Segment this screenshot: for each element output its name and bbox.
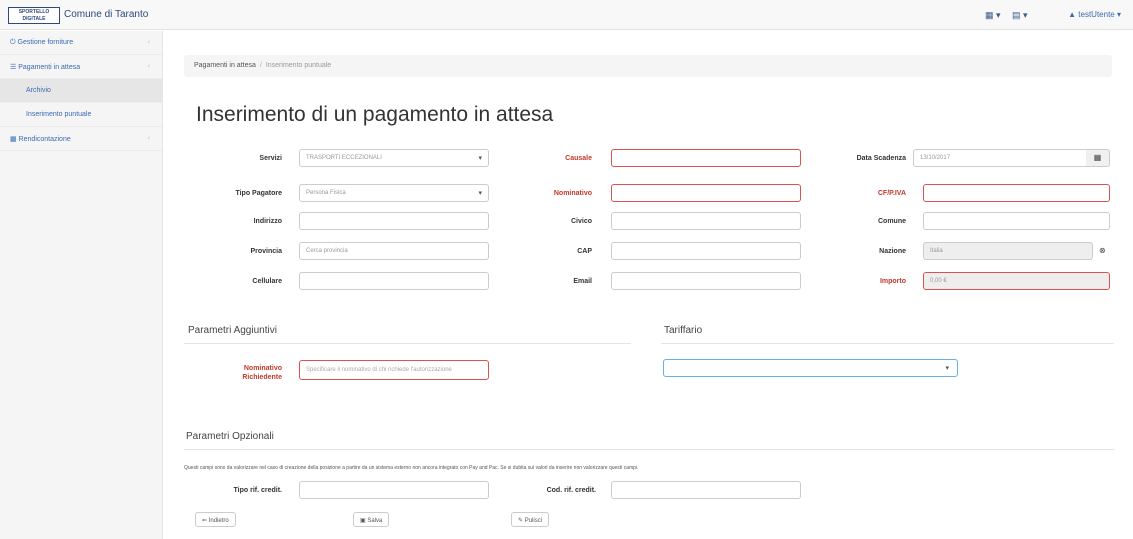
provincia-input[interactable]: Cerca provincia: [299, 242, 489, 260]
back-button[interactable]: ⇐ Indietro: [195, 512, 236, 527]
nominativo-richiedente-placeholder: Specificare il nominativo di chi richied…: [306, 367, 452, 373]
divider: [661, 343, 1114, 344]
nazione-label: Nazione: [879, 248, 906, 255]
user-menu[interactable]: ▲ testUtente ▾: [1068, 10, 1121, 19]
page-title: Inserimento di un pagamento in attesa: [196, 103, 554, 126]
clear-circle-icon[interactable]: ⊗: [1099, 246, 1106, 255]
causale-input[interactable]: [611, 149, 801, 167]
cf-piva-input[interactable]: [923, 184, 1110, 202]
chevron-left-icon: ‹: [147, 135, 150, 142]
save-icon: ▣: [360, 518, 366, 524]
optional-params-note: Questi campi sono da valorizzare nel cas…: [184, 465, 639, 471]
tipo-pagatore-value: Persona Fisica: [306, 190, 346, 196]
cap-input[interactable]: [611, 242, 801, 260]
tipo-pagatore-label: Tipo Pagatore: [235, 190, 282, 197]
nominativo-richiedente-label: Nominativo Richiedente: [242, 365, 282, 381]
cellulare-label: Cellulare: [252, 278, 282, 285]
nominativo-label: Nominativo: [553, 190, 592, 197]
breadcrumb: Pagamenti in attesa / Inserimento puntuale: [184, 55, 1112, 77]
data-scadenza-label: Data Scadenza: [856, 155, 906, 162]
user-name: testUtente: [1078, 10, 1115, 19]
table-icon: ▦: [10, 136, 17, 143]
servizi-value: TRASPORTI ECCEZIONALI: [306, 155, 382, 161]
data-scadenza-value: 13/10/2017: [920, 155, 951, 161]
provincia-placeholder: Cerca provincia: [306, 248, 348, 254]
provincia-label: Provincia: [250, 248, 282, 255]
brand-title[interactable]: Comune di Taranto: [64, 9, 148, 20]
cod-rif-credit-label: Cod. rif. credit.: [546, 487, 596, 494]
chevron-left-icon: ‹: [147, 39, 150, 46]
civico-input[interactable]: [611, 212, 801, 230]
apps-menu-icon[interactable]: ▤ ▾: [1012, 10, 1028, 21]
tipo-rif-credit-input[interactable]: [299, 481, 489, 499]
sidebar-item-gestione-forniture[interactable]: ⏻ Gestione forniture ‹: [0, 31, 162, 55]
top-navbar: SPORTELLO DIGITALE Comune di Taranto ▦ ▾…: [0, 0, 1133, 30]
sidebar-item-archivio[interactable]: Archivio: [0, 79, 162, 103]
grid-menu-icon[interactable]: ▦ ▾: [985, 10, 1001, 21]
data-scadenza-input[interactable]: 13/10/2017: [913, 149, 1087, 167]
sidebar-item-inserimento-puntuale[interactable]: Inserimento puntuale: [0, 103, 162, 127]
sidebar-item-label: Inserimento puntuale: [26, 111, 92, 118]
sidebar-item-rendicontazione[interactable]: ▦ Rendicontazione ‹: [0, 127, 162, 151]
sidebar: ⏻ Gestione forniture ‹ ☰ Pagamenti in at…: [0, 31, 163, 539]
clear-button[interactable]: ✎ Pulisci: [511, 512, 550, 527]
servizi-label: Servizi: [259, 155, 282, 162]
tipo-rif-credit-label: Tipo rif. credit.: [233, 487, 283, 494]
cap-label: CAP: [577, 248, 592, 255]
civico-label: Civico: [570, 218, 592, 225]
calendar-icon[interactable]: ▦: [1086, 149, 1110, 167]
causale-label: Causale: [565, 155, 592, 162]
divider: [184, 343, 631, 344]
nazione-value: Italia: [930, 248, 943, 254]
servizi-select[interactable]: TRASPORTI ECCEZIONALI ▾: [299, 149, 489, 167]
breadcrumb-current: Inserimento puntuale: [265, 62, 332, 69]
sidebar-item-label: Rendicontazione: [18, 136, 71, 143]
logo[interactable]: SPORTELLO DIGITALE: [8, 7, 60, 24]
importo-label: Importo: [879, 278, 906, 285]
chevron-left-icon: ‹: [147, 63, 150, 70]
importo-value: 0,00 €: [930, 278, 947, 284]
breadcrumb-parent[interactable]: Pagamenti in attesa: [194, 62, 256, 69]
sidebar-item-label: Archivio: [26, 87, 51, 94]
user-icon: ▲: [1068, 10, 1077, 19]
caret-down-icon: ▾: [478, 155, 482, 162]
divider: [184, 449, 1114, 450]
plug-icon: ⏻: [10, 39, 16, 46]
sidebar-item-pagamenti-in-attesa[interactable]: ☰ Pagamenti in attesa ‹: [0, 55, 162, 79]
importo-input: 0,00 €: [923, 272, 1110, 290]
caret-down-icon: ▾: [478, 190, 482, 197]
email-label: Email: [573, 278, 592, 285]
indirizzo-input[interactable]: [299, 212, 489, 230]
save-button[interactable]: ▣ Salva: [353, 512, 390, 527]
nominativo-richiedente-input[interactable]: Specificare il nominativo di chi richied…: [299, 360, 489, 380]
arrow-left-icon: ⇐: [202, 518, 208, 524]
eraser-icon: ✎: [518, 518, 524, 524]
sidebar-item-label: Pagamenti in attesa: [18, 64, 81, 71]
section-tariffario: Tariffario: [664, 325, 703, 336]
tariffario-select[interactable]: ▾: [663, 359, 958, 377]
cellulare-input[interactable]: [299, 272, 489, 290]
indirizzo-label: Indirizzo: [253, 218, 282, 225]
email-input[interactable]: [611, 272, 801, 290]
nominativo-input[interactable]: [611, 184, 801, 202]
cf-piva-label: CF/P.IVA: [877, 190, 906, 197]
tipo-pagatore-select[interactable]: Persona Fisica ▾: [299, 184, 489, 202]
list-icon: ☰: [10, 64, 17, 71]
section-parametri-aggiuntivi: Parametri Aggiuntivi: [188, 325, 277, 336]
comune-label: Comune: [878, 218, 906, 225]
caret-down-icon: ▾: [945, 365, 949, 372]
comune-input[interactable]: [923, 212, 1110, 230]
nazione-select[interactable]: Italia: [923, 242, 1093, 260]
cod-rif-credit-input[interactable]: [611, 481, 801, 499]
section-parametri-opzionali: Parametri Opzionali: [186, 431, 274, 442]
sidebar-item-label: Gestione forniture: [17, 39, 74, 46]
